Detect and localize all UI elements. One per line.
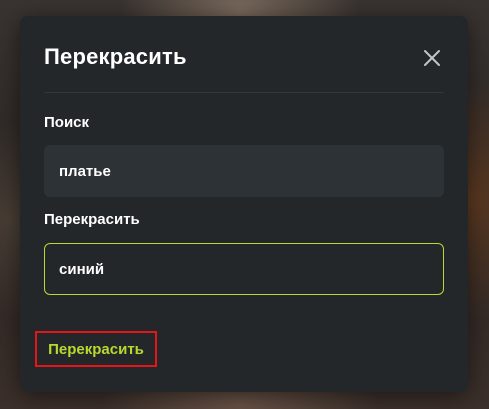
recolor-submit-button[interactable]: Перекрасить [35,331,157,367]
recolor-dialog: Перекрасить Поиск Перекрасить Перекрасит… [20,16,468,392]
recolor-label: Перекрасить [44,211,140,228]
search-label: Поиск [44,114,90,131]
close-icon [424,50,440,66]
recolor-input[interactable] [44,243,444,295]
search-input[interactable] [44,145,444,197]
close-button[interactable] [420,46,444,70]
dialog-title: Перекрасить [44,44,187,69]
header-divider [44,92,444,93]
